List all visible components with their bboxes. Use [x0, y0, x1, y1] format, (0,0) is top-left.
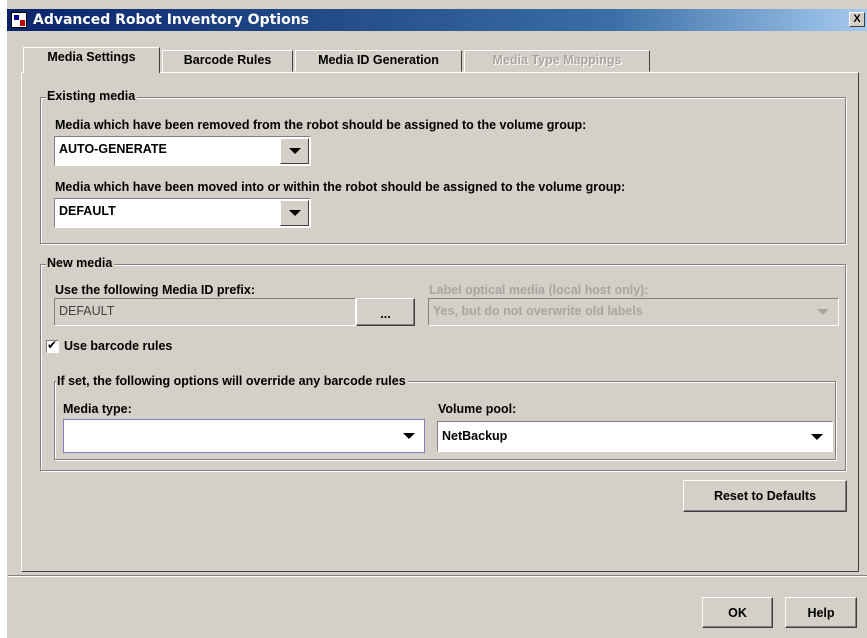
chevron-down-icon[interactable] — [280, 200, 309, 226]
removed-volume-group-select[interactable]: AUTO-GENERATE — [54, 136, 311, 166]
ok-button[interactable]: OK — [702, 597, 773, 628]
chevron-down-icon — [808, 300, 837, 324]
media-id-prefix-field: DEFAULT — [54, 298, 356, 326]
close-button[interactable]: X — [849, 12, 865, 27]
moved-media-label: Media which have been moved into or with… — [55, 180, 626, 194]
prefix-label: Use the following Media ID prefix: — [55, 283, 256, 297]
moved-volume-group-value: DEFAULT — [59, 204, 116, 218]
new-media-title: New media — [46, 256, 115, 270]
media-id-prefix-value: DEFAULT — [59, 304, 115, 318]
reset-defaults-button[interactable]: Reset to Defaults — [683, 480, 847, 512]
optical-value: Yes, but do not overwrite old labels — [433, 304, 643, 318]
window-edge — [0, 0, 7, 638]
removed-volume-group-value: AUTO-GENERATE — [59, 142, 167, 156]
tab-barcode-rules[interactable]: Barcode Rules — [162, 50, 293, 72]
browse-prefix-button[interactable]: ... — [356, 298, 415, 326]
volume-pool-value: NetBackup — [442, 429, 508, 443]
moved-volume-group-select[interactable]: DEFAULT — [54, 198, 311, 228]
chevron-down-icon[interactable] — [280, 138, 309, 164]
window-title: Advanced Robot Inventory Options — [33, 12, 310, 28]
removed-media-label: Media which have been removed from the r… — [55, 118, 587, 132]
app-icon — [11, 12, 27, 28]
media-type-select[interactable] — [63, 419, 425, 453]
dialog-window: Advanced Robot Inventory Options X Media… — [0, 0, 867, 638]
existing-media-title: Existing media — [46, 89, 138, 103]
chevron-down-icon[interactable] — [802, 423, 831, 450]
tab-media-id-generation[interactable]: Media ID Generation — [295, 50, 462, 72]
use-barcode-label: Use barcode rules — [64, 339, 173, 353]
use-barcode-checkbox[interactable] — [46, 338, 59, 353]
chevron-down-icon[interactable] — [394, 421, 423, 451]
reset-defaults-label: Reset to Defaults — [713, 489, 817, 503]
title-bar[interactable]: Advanced Robot Inventory Options X — [7, 9, 867, 31]
help-button[interactable]: Help — [785, 597, 857, 628]
override-title: If set, the following options will overr… — [56, 374, 408, 388]
optical-label: Label optical media (local host only): — [429, 283, 649, 297]
volume-pool-label: Volume pool: — [438, 402, 517, 416]
label-optical-select: Yes, but do not overwrite old labels — [428, 298, 839, 326]
tab-media-settings[interactable]: Media Settings — [23, 47, 160, 73]
divider — [8, 575, 867, 577]
tab-media-type-mappings: Media Type Mappings — [464, 50, 650, 72]
media-type-label: Media type: — [63, 402, 132, 416]
volume-pool-select[interactable]: NetBackup — [437, 421, 833, 452]
